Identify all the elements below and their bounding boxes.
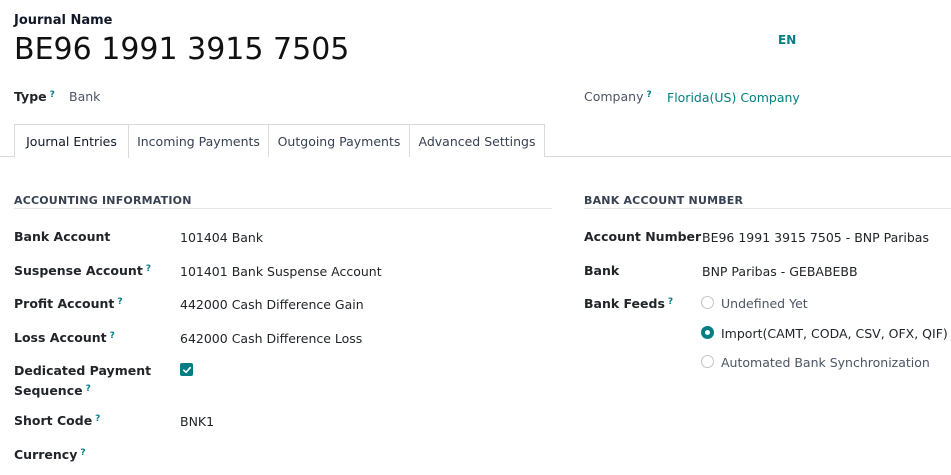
bank-feeds-label: Bank Feeds? xyxy=(584,296,674,311)
help-icon[interactable]: ? xyxy=(110,331,115,341)
section-divider xyxy=(584,208,951,209)
type-value[interactable]: Bank xyxy=(69,89,100,104)
journal-name-field[interactable]: BE96 1991 3915 7505 xyxy=(14,32,349,67)
bank-feeds-radio-undefined[interactable] xyxy=(701,296,714,309)
bank-account-section-title: BANK ACCOUNT NUMBER xyxy=(584,194,744,207)
bank-feeds-radio-automated[interactable] xyxy=(701,355,714,368)
help-icon[interactable]: ? xyxy=(50,90,55,100)
short-code-value[interactable]: BNK1 xyxy=(180,414,214,429)
loss-account-label: Loss Account? xyxy=(14,330,115,345)
short-code-label: Short Code? xyxy=(14,413,101,428)
account-number-value[interactable]: BE96 1991 3915 7505 - BNP Paribas xyxy=(702,230,929,245)
help-icon[interactable]: ? xyxy=(668,297,673,307)
help-icon[interactable]: ? xyxy=(86,384,91,394)
section-divider xyxy=(14,208,552,209)
bank-feeds-option-label[interactable]: Automated Bank Synchronization xyxy=(721,355,930,370)
journal-name-label: Journal Name xyxy=(14,13,113,28)
bank-feeds-option-label[interactable]: Undefined Yet xyxy=(721,296,808,311)
accounting-section-title: ACCOUNTING INFORMATION xyxy=(14,194,192,207)
help-icon[interactable]: ? xyxy=(80,448,85,458)
loss-account-value[interactable]: 642000 Cash Difference Loss xyxy=(180,331,362,346)
bank-value[interactable]: BNP Paribas - GEBABEBB xyxy=(702,264,858,279)
profit-account-label: Profit Account? xyxy=(14,296,123,311)
language-button[interactable]: EN xyxy=(778,33,796,47)
suspense-account-value[interactable]: 101401 Bank Suspense Account xyxy=(180,264,382,279)
bank-label: Bank xyxy=(584,263,620,278)
bank-feeds-option-label[interactable]: Import(CAMT, CODA, CSV, OFX, QIF) xyxy=(721,326,948,341)
dedicated-payment-sequence-checkbox[interactable] xyxy=(180,363,193,376)
bank-account-label: Bank Account xyxy=(14,229,111,244)
tab-outgoing-payments[interactable]: Outgoing Payments xyxy=(269,124,410,157)
dedicated-payment-sequence-label: Dedicated Payment xyxy=(14,363,152,378)
help-icon[interactable]: ? xyxy=(146,264,151,274)
company-label: Company? xyxy=(584,89,652,104)
currency-label: Currency? xyxy=(14,447,86,462)
tab-incoming-payments[interactable]: Incoming Payments xyxy=(129,124,269,157)
tab-advanced-settings[interactable]: Advanced Settings xyxy=(410,124,545,157)
profit-account-value[interactable]: 442000 Cash Difference Gain xyxy=(180,297,364,312)
suspense-account-label: Suspense Account? xyxy=(14,263,152,278)
bank-account-value[interactable]: 101404 Bank xyxy=(180,230,263,245)
check-icon xyxy=(182,366,191,373)
help-icon[interactable]: ? xyxy=(95,414,100,424)
bank-feeds-radio-import[interactable] xyxy=(701,326,714,339)
dedicated-payment-sequence-label-line2: Sequence? xyxy=(14,383,91,398)
type-label: Type? xyxy=(14,89,55,104)
company-link[interactable]: Florida(US) Company xyxy=(667,90,800,105)
account-number-label: Account Number xyxy=(584,229,702,244)
tab-journal-entries[interactable]: Journal Entries xyxy=(14,124,129,158)
help-icon[interactable]: ? xyxy=(117,297,122,307)
help-icon[interactable]: ? xyxy=(646,90,651,100)
